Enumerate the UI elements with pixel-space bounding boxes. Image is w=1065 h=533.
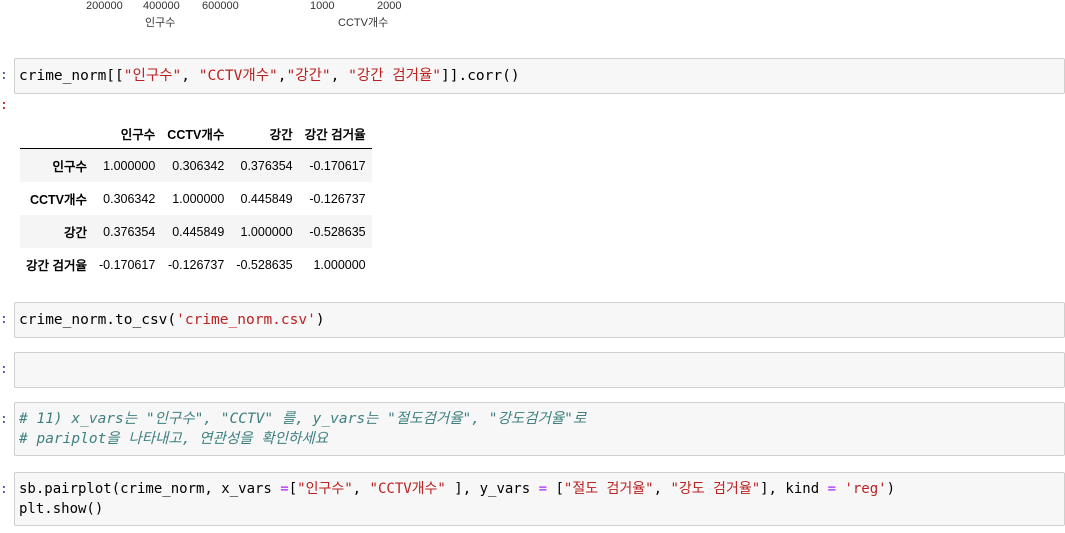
code-string: "인구수"	[297, 481, 353, 497]
table-header-row: 인구수 CCTV개수 강간 강간 검거율	[20, 118, 372, 149]
code-text: )	[886, 481, 896, 497]
row-index: 강간 검거율	[26, 259, 87, 273]
row-index: 강간	[63, 226, 87, 240]
code-cell-to-csv[interactable]: crime_norm.to_csv('crime_norm.csv')	[14, 302, 1065, 338]
code-text: [	[288, 481, 298, 497]
code-operator: =	[538, 481, 548, 497]
table-row: CCTV개수 0.306342 1.000000 0.445849 -0.126…	[20, 182, 372, 215]
x-tick-label: 2000	[377, 0, 402, 12]
column-header: 인구수	[92, 118, 162, 149]
code-cell-pairplot[interactable]: sb.pairplot(crime_norm, x_vars =["인구수", …	[14, 472, 1065, 526]
code-comment: # 11) x_vars는 "인구수", "CCTV" 를, y_vars는 "…	[19, 411, 587, 427]
cell-prompt: :	[0, 362, 8, 377]
table-cell: 1.000000	[172, 191, 225, 206]
table-row: 강간 0.376354 0.445849 1.000000 -0.528635	[20, 215, 372, 248]
code-string: 'reg'	[844, 481, 887, 497]
row-index: 인구수	[52, 160, 87, 174]
code-text: ], kind	[760, 481, 828, 497]
cell-prompt: :	[0, 68, 8, 83]
table-cell: 1.000000	[103, 158, 156, 173]
table-row: 강간 검거율 -0.170617 -0.126737 -0.528635 1.0…	[20, 248, 372, 281]
code-comment: # pariplot을 나타내고, 연관성을 확인하세요	[19, 431, 328, 447]
code-string: "CCTV개수"	[198, 68, 278, 84]
x-axis-label: CCTV개수	[338, 17, 389, 29]
code-text: ], y_vars	[445, 481, 539, 497]
code-input[interactable]	[14, 352, 1065, 388]
code-string: "CCTV개수"	[369, 481, 446, 497]
code-input[interactable]: sb.pairplot(crime_norm, x_vars =["인구수", …	[14, 472, 1065, 526]
code-text: crime_norm.to_csv(	[19, 312, 177, 328]
table-cell: -0.170617	[309, 158, 366, 173]
x-tick-label: 600000	[202, 0, 239, 12]
table-cell: 0.306342	[172, 158, 225, 173]
code-string: "강간 검거율"	[348, 68, 442, 84]
table-cell: 1.000000	[313, 257, 366, 272]
code-text: [	[547, 481, 564, 497]
code-string: "강간"	[286, 68, 331, 84]
code-text: crime_norm[[	[19, 68, 124, 84]
column-header: CCTV개수	[161, 118, 231, 149]
code-input[interactable]: crime_norm[["인구수", "CCTV개수","강간", "강간 검거…	[14, 58, 1065, 94]
column-header: 강간	[230, 118, 299, 149]
table-cell: 0.376354	[103, 224, 156, 239]
previous-plot-axes: 200000 400000 600000 인구수 1000 2000 CCTV개…	[0, 0, 1065, 30]
code-input[interactable]: # 11) x_vars는 "인구수", "CCTV" 를, y_vars는 "…	[14, 402, 1065, 456]
code-text: sb.pairplot(crime_norm, x_vars	[19, 481, 281, 497]
table-cell: 0.445849	[240, 191, 293, 206]
output-prompt: :	[0, 98, 8, 113]
code-operator: =	[827, 481, 836, 497]
table-cell: 1.000000	[240, 224, 293, 239]
correlation-table: 인구수 CCTV개수 강간 강간 검거율 인구수 1.000000 0.3063…	[20, 118, 372, 281]
code-text: ,	[653, 481, 671, 497]
table-cell: 0.376354	[240, 158, 293, 173]
table-cell: 0.445849	[172, 224, 225, 239]
code-operator: =	[280, 481, 289, 497]
code-cell-empty[interactable]	[14, 352, 1065, 388]
code-cell-comment[interactable]: # 11) x_vars는 "인구수", "CCTV" 를, y_vars는 "…	[14, 402, 1065, 456]
code-string: 'crime_norm.csv'	[176, 312, 316, 328]
table-cell: -0.126737	[168, 257, 225, 272]
table-cell: -0.126737	[309, 191, 366, 206]
code-cell-corr[interactable]: crime_norm[["인구수", "CCTV개수","강간", "강간 검거…	[14, 58, 1065, 94]
cell-prompt: :	[0, 312, 8, 327]
column-header: 강간 검거율	[298, 118, 372, 149]
table-cell: -0.528635	[236, 257, 293, 272]
code-string: "절도 검거율"	[563, 481, 654, 497]
code-text: plt.show()	[19, 501, 104, 517]
x-tick-label: 400000	[143, 0, 180, 12]
x-axis-label: 인구수	[145, 17, 176, 29]
index-header	[20, 118, 93, 149]
cell-prompt: :	[0, 412, 8, 427]
table-cell: -0.528635	[309, 224, 366, 239]
table-cell: 0.306342	[103, 191, 156, 206]
code-text: ,	[352, 481, 370, 497]
code-input[interactable]: crime_norm.to_csv('crime_norm.csv')	[14, 302, 1065, 338]
cell-prompt: :	[0, 482, 8, 497]
code-string: "인구수"	[123, 68, 182, 84]
code-text: )	[315, 312, 325, 328]
code-string: "강도 검거율"	[670, 481, 761, 497]
table-cell: -0.170617	[98, 257, 156, 272]
x-tick-label: 200000	[86, 0, 123, 12]
code-text: ]].corr()	[441, 68, 520, 84]
table-row: 인구수 1.000000 0.306342 0.376354 -0.170617	[20, 148, 372, 182]
x-tick-label: 1000	[310, 0, 335, 12]
row-index: CCTV개수	[29, 193, 87, 207]
